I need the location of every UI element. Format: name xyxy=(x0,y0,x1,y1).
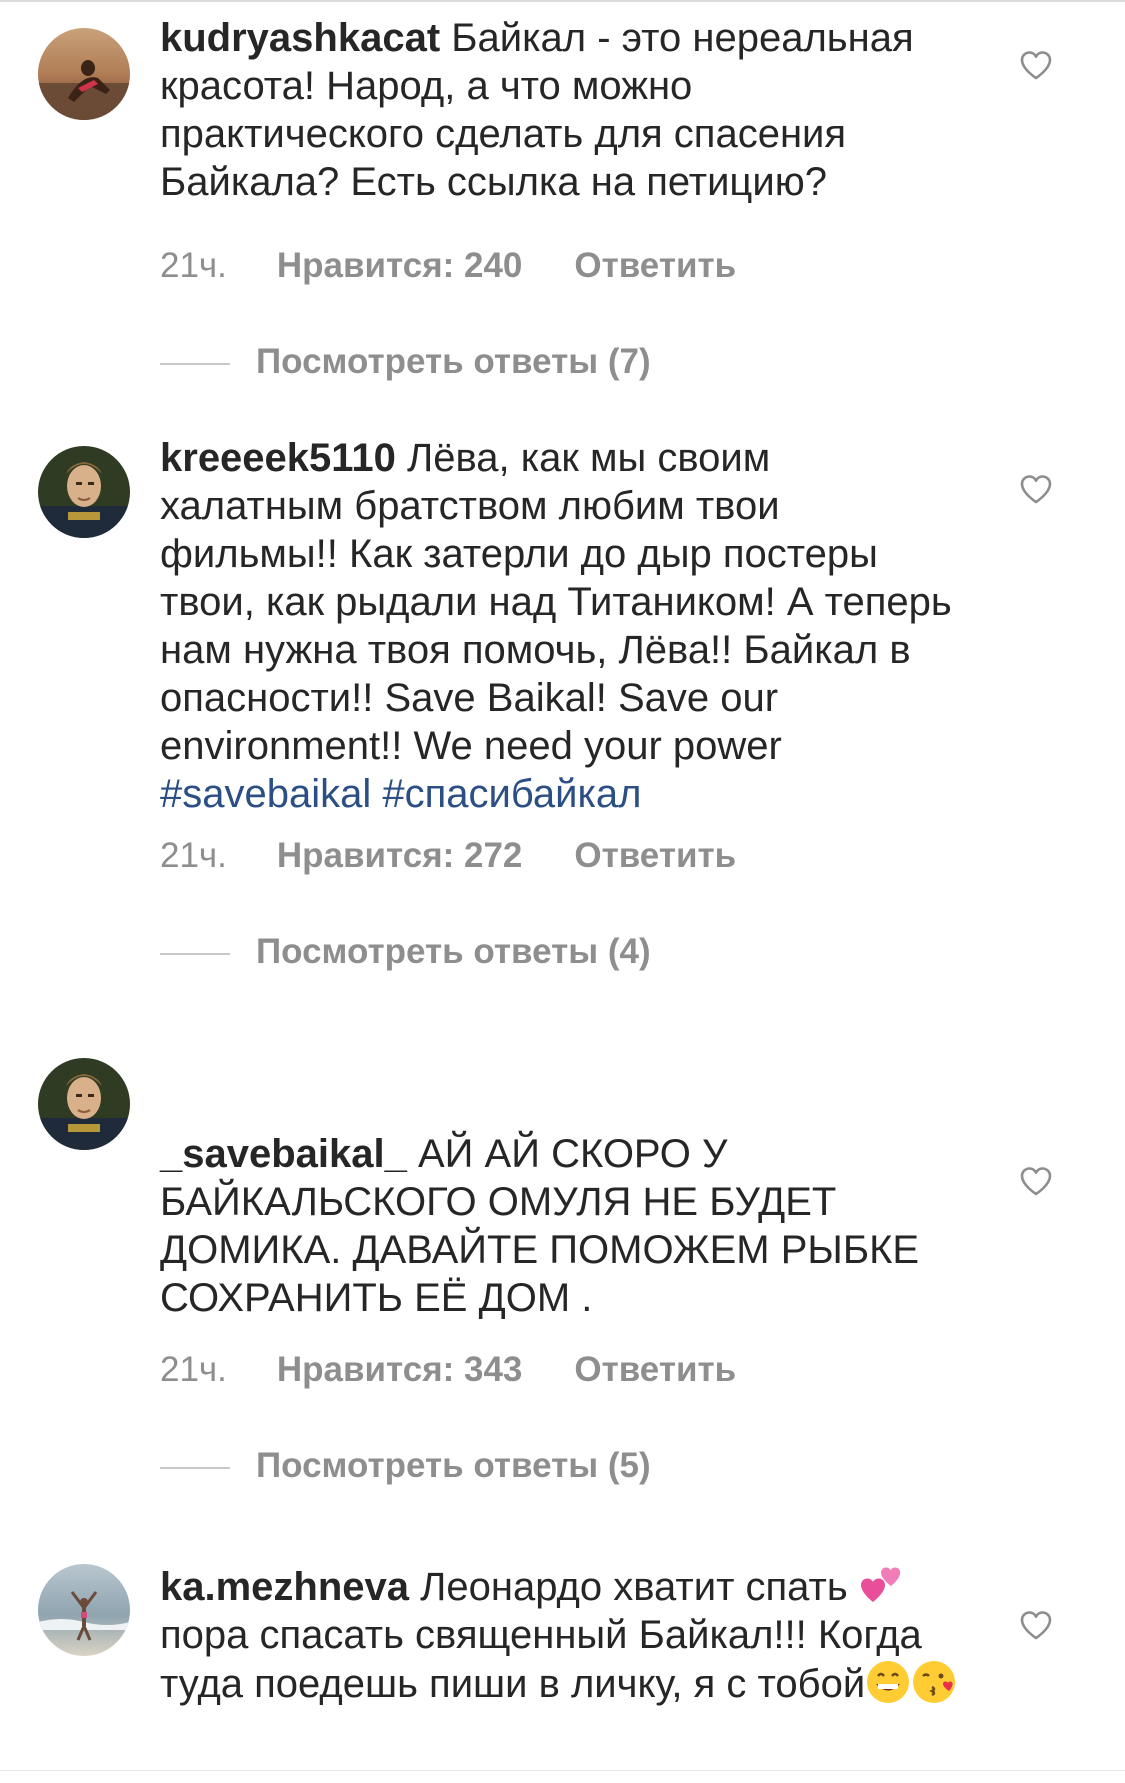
likes-count[interactable]: Нравится: 240 xyxy=(277,244,523,288)
grinning-face-icon xyxy=(865,1659,911,1705)
replies-divider-line xyxy=(160,362,230,365)
avatar[interactable] xyxy=(38,1564,130,1656)
comment-item: ka.mezhneva Леонардо хватит спать пора с… xyxy=(0,1564,1125,1776)
comment-item: kudryashkacat Байкал - это нереальная кр… xyxy=(0,14,1125,394)
reply-button[interactable]: Ответить xyxy=(574,834,736,878)
comment-meta: 21ч. Нравится: 343 Ответить xyxy=(160,1348,736,1392)
comment-text: kudryashkacat Байкал - это нереальная кр… xyxy=(160,14,960,206)
comment-body-part1: Леонардо хватит спать xyxy=(409,1565,859,1609)
view-replies-label: Посмотреть ответы (7) xyxy=(256,342,651,381)
heart-icon[interactable] xyxy=(1019,50,1063,90)
bottom-divider xyxy=(0,1770,1125,1771)
likes-count[interactable]: Нравится: 343 xyxy=(277,1348,523,1392)
comment-username[interactable]: ka.mezhneva xyxy=(160,1565,409,1609)
comment-username[interactable]: _savebaikal_ xyxy=(160,1132,407,1176)
view-replies-button[interactable]: Посмотреть ответы (7) xyxy=(160,340,651,384)
top-divider xyxy=(0,0,1125,2)
hashtag-link[interactable]: #savebaikal #спасибайкал xyxy=(160,772,641,816)
avatar[interactable] xyxy=(38,1058,130,1150)
heart-icon[interactable] xyxy=(1019,1166,1063,1206)
comment-username[interactable]: kudryashkacat xyxy=(160,16,440,60)
view-replies-button[interactable]: Посмотреть ответы (4) xyxy=(160,930,651,974)
reply-button[interactable]: Ответить xyxy=(574,1348,736,1392)
view-replies-button[interactable]: Посмотреть ответы (5) xyxy=(160,1444,651,1488)
heart-icon[interactable] xyxy=(1019,474,1063,514)
comment-text: _savebaikal_ АЙ АЙ СКОРО У БАЙКАЛЬСКОГО … xyxy=(160,1130,960,1322)
avatar[interactable] xyxy=(38,28,130,120)
replies-divider-line xyxy=(160,952,230,955)
comment-time: 21ч. xyxy=(160,246,227,285)
likes-count[interactable]: Нравится: 272 xyxy=(277,834,523,878)
comment-body: Лёва, как мы своим халатным братством лю… xyxy=(160,436,952,768)
comment-time: 21ч. xyxy=(160,836,227,875)
replies-divider-line xyxy=(160,1466,230,1469)
two-hearts-icon xyxy=(859,1562,905,1608)
comment-body-part2: пора спасать священный Байкал!!! Когда т… xyxy=(160,1613,922,1706)
comment-time: 21ч. xyxy=(160,1350,227,1389)
reply-button[interactable]: Ответить xyxy=(574,244,736,288)
avatar[interactable] xyxy=(38,446,130,538)
view-replies-label: Посмотреть ответы (4) xyxy=(256,932,651,971)
kissing-face-icon xyxy=(911,1659,957,1705)
heart-icon[interactable] xyxy=(1019,1610,1063,1650)
view-replies-label: Посмотреть ответы (5) xyxy=(256,1446,651,1485)
comment-item: kreeeek5110 Лёва, как мы своим халатным … xyxy=(0,434,1125,971)
comment-text: ka.mezhneva Леонардо хватит спать пора с… xyxy=(160,1562,960,1708)
comment-username[interactable]: kreeeek5110 xyxy=(160,436,396,480)
comment-meta: 21ч. Нравится: 240 Ответить xyxy=(160,244,736,288)
comment-item: _savebaikal_ АЙ АЙ СКОРО У БАЙКАЛЬСКОГО … xyxy=(0,1058,1125,1500)
comment-text: kreeeek5110 Лёва, как мы своим халатным … xyxy=(160,434,960,818)
comment-meta: 21ч. Нравится: 272 Ответить xyxy=(160,834,736,878)
